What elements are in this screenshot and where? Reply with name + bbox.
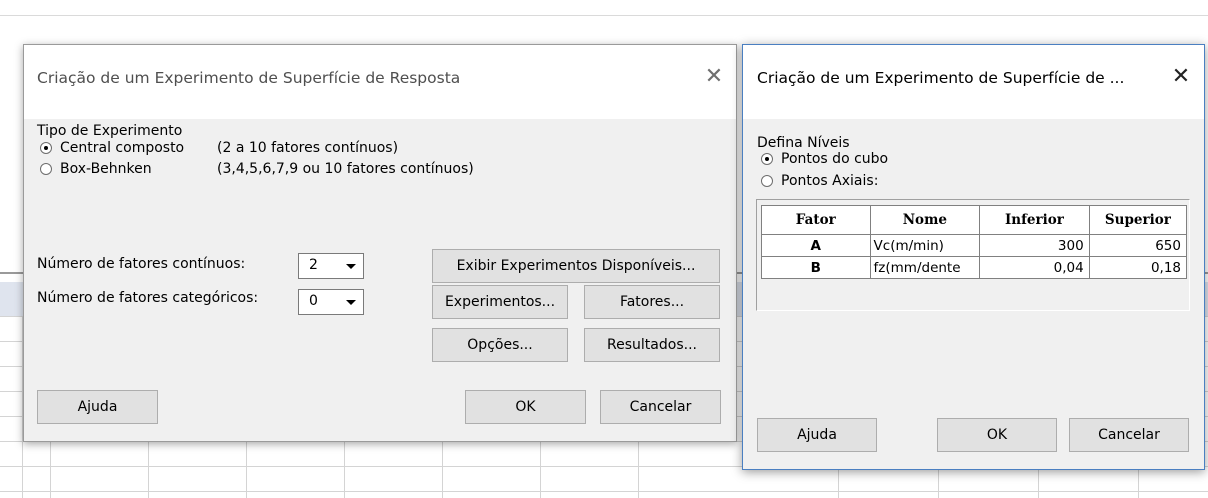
continuous-factors-select[interactable]: 2	[298, 253, 364, 279]
cube-points-radio[interactable]	[761, 153, 773, 165]
name-cell[interactable]: Vc(m/min)	[869, 234, 981, 257]
factors-button[interactable]: Fatores...	[584, 285, 720, 319]
categorical-factors-value: 0	[309, 293, 318, 309]
cancel-button[interactable]: Cancelar	[600, 390, 721, 424]
close-icon[interactable]: ✕	[1167, 63, 1195, 91]
ok-button[interactable]: OK	[465, 390, 586, 424]
box-behnken-desc: (3,4,5,6,7,9 ou 10 fatores contínuos)	[217, 161, 474, 177]
designs-button[interactable]: Experimentos...	[432, 285, 568, 319]
central-composite-label[interactable]: Central composto	[60, 140, 184, 156]
factors-dialog: Criação de um Experimento de Superfície …	[742, 44, 1205, 470]
chevron-down-icon[interactable]	[343, 258, 359, 274]
table-row: A Vc(m/min) 300 650	[761, 234, 1188, 257]
help-button[interactable]: Ajuda	[37, 390, 158, 424]
table-row: B fz(mm/dente 0,04 0,18	[761, 256, 1188, 279]
define-levels-label: Defina Níveis	[757, 135, 850, 151]
factors-table: Fator Nome Inferior Superior A Vc(m/min)…	[761, 205, 1188, 279]
name-cell[interactable]: fz(mm/dente	[869, 256, 981, 279]
column-header: Nome	[869, 205, 981, 235]
axial-points-label[interactable]: Pontos Axiais:	[781, 173, 878, 189]
continuous-factors-label: Número de fatores contínuos:	[37, 256, 246, 272]
ok-button[interactable]: OK	[937, 418, 1057, 452]
continuous-factors-value: 2	[309, 257, 318, 273]
cancel-button[interactable]: Cancelar	[1069, 418, 1189, 452]
chevron-down-icon[interactable]	[343, 294, 359, 310]
design-type-label: Tipo de Experimento	[37, 123, 183, 139]
cube-points-label[interactable]: Pontos do cubo	[781, 151, 888, 167]
central-composite-desc: (2 a 10 fatores contínuos)	[217, 140, 399, 156]
response-surface-dialog: Criação de um Experimento de Superfície …	[23, 44, 737, 442]
axial-points-radio[interactable]	[761, 175, 773, 187]
dialog-title: Criação de um Experimento de Superfície …	[37, 69, 461, 87]
lower-cell[interactable]: 300	[979, 234, 1090, 257]
lower-cell[interactable]: 0,04	[979, 256, 1090, 279]
upper-cell[interactable]: 0,18	[1088, 256, 1188, 279]
dialog-titlebar: Criação de um Experimento de Superfície …	[743, 45, 1204, 119]
dialog-titlebar: Criação de um Experimento de Superfície …	[24, 45, 736, 119]
close-icon[interactable]: ✕	[700, 63, 728, 91]
categorical-factors-select[interactable]: 0	[298, 289, 364, 315]
help-button[interactable]: Ajuda	[757, 418, 877, 452]
show-available-designs-button[interactable]: Exibir Experimentos Disponíveis...	[432, 249, 720, 283]
factor-cell: B	[761, 256, 871, 279]
dialog-title: Criação de um Experimento de Superfície …	[757, 69, 1125, 87]
box-behnken-radio[interactable]	[40, 163, 52, 175]
box-behnken-label[interactable]: Box-Behnken	[60, 161, 152, 177]
options-button[interactable]: Opções...	[432, 328, 568, 362]
central-composite-radio[interactable]	[40, 142, 52, 154]
categorical-factors-label: Número de fatores categóricos:	[37, 290, 259, 306]
results-button[interactable]: Resultados...	[584, 328, 720, 362]
factor-cell: A	[761, 234, 871, 257]
column-header: Fator	[761, 205, 871, 235]
table-header-row: Fator Nome Inferior Superior	[761, 205, 1188, 235]
column-header: Inferior	[979, 205, 1090, 235]
upper-cell[interactable]: 650	[1088, 234, 1188, 257]
column-header: Superior	[1088, 205, 1188, 235]
